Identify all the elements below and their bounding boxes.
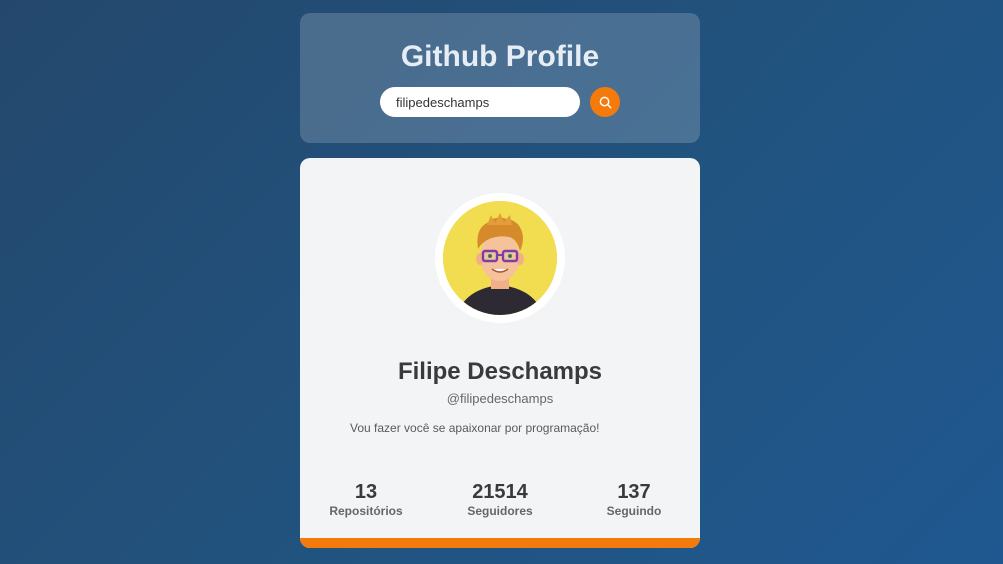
stat-repositories: 13 Repositórios	[306, 480, 426, 518]
stat-value: 13	[354, 481, 378, 503]
avatar	[435, 193, 565, 323]
search-input[interactable]	[380, 87, 580, 117]
search-panel: Github Profile	[300, 13, 700, 143]
stat-label: Seguindo	[606, 504, 662, 518]
profile-bio: Vou fazer você se apaixonar por programa…	[350, 421, 600, 435]
avatar-image	[443, 201, 557, 315]
profile-card: Filipe Deschamps @filipedeschamps Vou fa…	[300, 158, 700, 548]
page-title: Github Profile	[400, 40, 600, 73]
stat-followers: 21514 Seguidores	[440, 480, 560, 518]
search-icon	[599, 96, 611, 108]
profile-name: Filipe Deschamps	[397, 358, 603, 385]
search-button[interactable]	[590, 87, 620, 117]
stat-following: 137 Seguindo	[574, 480, 694, 518]
stat-label: Seguidores	[467, 504, 533, 518]
profile-login: @filipedeschamps	[446, 391, 554, 406]
accent-bar	[300, 538, 700, 548]
stat-label: Repositórios	[329, 504, 403, 518]
stat-value: 21514	[472, 481, 528, 503]
stat-value: 137	[617, 481, 651, 503]
